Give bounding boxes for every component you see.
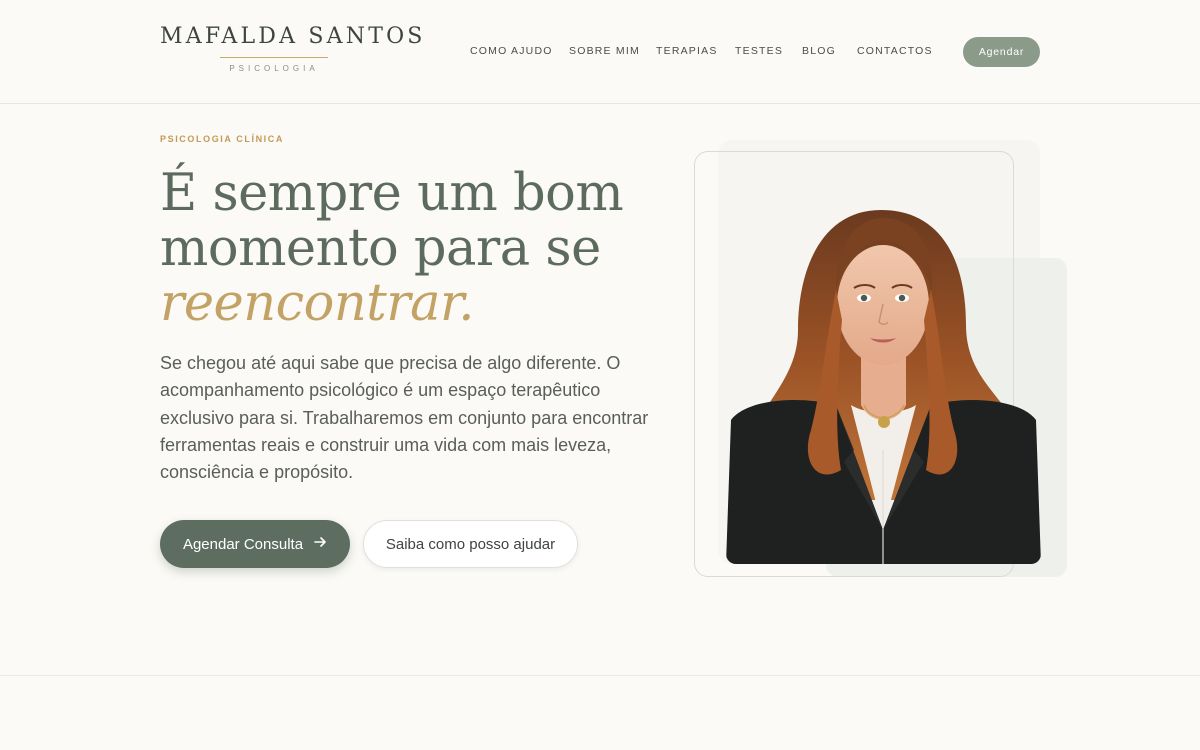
- nav-item-terapias[interactable]: TERAPIAS: [656, 45, 718, 57]
- portrait-image: [726, 200, 1041, 564]
- agendar-consulta-label: Agendar Consulta: [182, 535, 304, 553]
- brand-logo[interactable]: MAFALDA SANTOS PSICOLOGIA: [160, 24, 426, 73]
- headline-line-2: momento para se: [160, 219, 601, 278]
- nav-item-sobre-mim[interactable]: SOBRE MIM: [569, 45, 640, 57]
- agendar-button[interactable]: Agendar: [963, 37, 1040, 67]
- hero-headline: É sempre um bom momento para se reencont…: [160, 166, 660, 331]
- headline-line-1: É sempre um bom: [160, 164, 624, 223]
- brand-divider: [220, 57, 328, 58]
- nav-item-blog[interactable]: BLOG: [802, 45, 836, 57]
- hero-eyebrow: PSICOLOGIA CLÍNICA: [160, 134, 284, 144]
- nav-item-como-ajudo[interactable]: COMO AJUDO: [470, 45, 553, 57]
- site-header: MAFALDA SANTOS PSICOLOGIA COMO AJUDO SOB…: [0, 0, 1200, 104]
- nav-item-testes[interactable]: TESTES: [735, 45, 783, 57]
- headline-accent: reencontrar.: [160, 274, 474, 333]
- agendar-consulta-button[interactable]: Agendar Consulta: [160, 520, 350, 568]
- hero-lead: Se chegou até aqui sabe que precisa de a…: [160, 353, 649, 483]
- arrow-right-icon: [313, 535, 327, 553]
- brand-subtitle: PSICOLOGIA: [229, 64, 319, 73]
- section-divider: [0, 675, 1200, 676]
- nav-item-contactos[interactable]: CONTACTOS: [857, 45, 933, 57]
- saiba-como-ajudar-button[interactable]: Saiba como posso ajudar: [363, 520, 578, 568]
- brand-name: MAFALDA SANTOS: [160, 24, 426, 49]
